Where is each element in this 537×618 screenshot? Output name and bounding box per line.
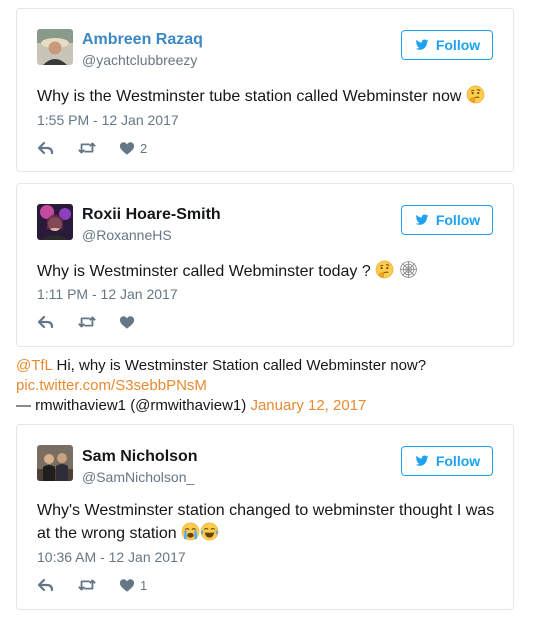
tweet-actions — [37, 313, 157, 331]
retweet-icon — [77, 577, 97, 593]
like-count: 2 — [140, 140, 148, 156]
follow-label: Follow — [435, 212, 481, 228]
loudly-crying-face-icon — [181, 522, 200, 541]
tweet-timestamp[interactable]: 1:55 PM - 12 Jan 2017 — [37, 112, 179, 128]
follow-button[interactable]: Follow — [401, 30, 493, 60]
attribution-line: — rmwithaview1 (@rmwithaview1) January 1… — [16, 396, 516, 416]
avatar[interactable] — [37, 29, 73, 65]
embedded-text: Hi, why is Westminster Station called We… — [52, 357, 427, 374]
retweet-button[interactable] — [77, 577, 97, 593]
follow-label: Follow — [435, 37, 481, 53]
tweet-text-content: at the wrong station — [37, 525, 177, 542]
embedded-tweet-text: @TfL Hi, why is Westminster Station call… — [16, 356, 516, 376]
twitter-bird-icon — [414, 454, 430, 468]
heart-icon — [119, 578, 135, 593]
retweet-button[interactable] — [77, 314, 97, 330]
tweet-text: Why is the Westminster tube station call… — [37, 85, 499, 108]
user-handle[interactable]: @yachtclubbreezy — [82, 52, 197, 68]
tweet-text-line-2: at the wrong station — [37, 522, 499, 545]
tweet-card: Ambreen Razaq @yachtclubbreezy Follow Wh… — [16, 8, 514, 172]
pic-link-line: pic.twitter.com/S3sebbPNsM — [16, 376, 516, 396]
retweet-button[interactable] — [77, 140, 97, 156]
heart-icon — [119, 315, 135, 330]
thinking-face-icon — [466, 85, 485, 104]
tweet-timestamp[interactable]: 10:36 AM - 12 Jan 2017 — [37, 549, 186, 565]
reply-button[interactable] — [37, 314, 55, 330]
reply-button[interactable] — [37, 577, 55, 593]
tweet-card: Roxii Hoare-Smith @RoxanneHS Follow Why … — [16, 183, 514, 347]
like-button[interactable]: 2 — [119, 141, 147, 156]
tweet-text: Why is Westminster called Webminster tod… — [37, 260, 499, 283]
like-count: 1 — [140, 577, 148, 593]
display-name[interactable]: Ambreen Razaq — [82, 31, 203, 49]
tweet-actions: 1 — [37, 576, 169, 594]
mention-link[interactable]: @TfL — [16, 357, 52, 374]
user-handle[interactable]: @RoxanneHS — [82, 227, 172, 243]
tweet-text-line: Why's Westminster station changed to web… — [37, 502, 495, 519]
reply-icon — [37, 314, 55, 330]
reply-icon — [37, 140, 55, 156]
tweet-card: Sam Nicholson @SamNicholson_ Follow Why'… — [16, 424, 514, 610]
like-button[interactable]: 1 — [119, 578, 147, 593]
retweet-icon — [77, 314, 97, 330]
thinking-face-icon — [375, 260, 394, 279]
user-handle[interactable]: @SamNicholson_ — [82, 469, 194, 485]
twitter-bird-icon — [414, 213, 430, 227]
reply-icon — [37, 577, 55, 593]
tears-of-joy-face-icon — [200, 522, 219, 541]
tweet-text: Why's Westminster station changed to web… — [37, 499, 499, 545]
embedded-tweet-fallback: @TfL Hi, why is Westminster Station call… — [16, 356, 516, 416]
follow-button[interactable]: Follow — [401, 446, 493, 476]
display-name[interactable]: Sam Nicholson — [82, 448, 198, 466]
attribution: — rmwithaview1 (@rmwithaview1) — [16, 397, 247, 414]
avatar[interactable] — [37, 445, 73, 481]
date-link[interactable]: January 12, 2017 — [250, 397, 366, 414]
spider-web-icon — [399, 260, 418, 279]
heart-icon — [119, 141, 135, 156]
display-name[interactable]: Roxii Hoare-Smith — [82, 206, 221, 224]
pic-link[interactable]: pic.twitter.com/S3sebbPNsM — [16, 377, 207, 394]
tweet-actions: 2 — [37, 139, 169, 157]
avatar[interactable] — [37, 204, 73, 240]
follow-label: Follow — [435, 453, 481, 469]
like-button[interactable] — [119, 315, 135, 330]
twitter-bird-icon — [414, 38, 430, 52]
follow-button[interactable]: Follow — [401, 205, 493, 235]
reply-button[interactable] — [37, 140, 55, 156]
retweet-icon — [77, 140, 97, 156]
tweet-text-content: Why is Westminster called Webminster tod… — [37, 263, 371, 280]
tweet-text-content: Why is the Westminster tube station call… — [37, 88, 462, 105]
tweet-timestamp[interactable]: 1:11 PM - 12 Jan 2017 — [37, 286, 178, 302]
